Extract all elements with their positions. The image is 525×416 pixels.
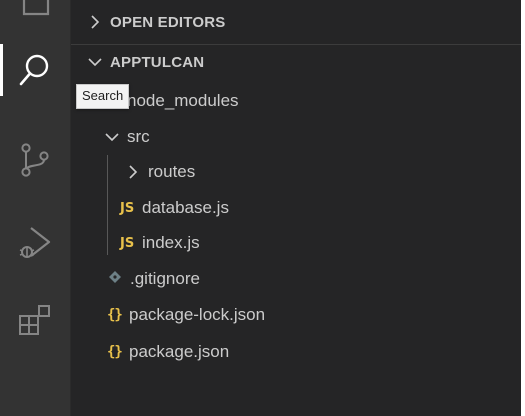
tree-item-label: database.js [142,198,229,217]
tree-item-label: routes [148,162,196,181]
open-editors-header[interactable]: OPEN EDITORS [71,6,521,38]
run-debug-icon [17,223,53,261]
explorer-sidebar: OPEN EDITORS APPTULCAN node_modules src [71,0,521,416]
tree-item-label: package.json [129,342,230,361]
json-file-icon: {} [107,307,123,323]
source-control-button[interactable] [0,129,70,191]
files-icon [18,0,52,18]
tree-item-package-lock-json[interactable]: {} package-lock.json [71,298,521,332]
tree-item-label: node_modules [127,91,239,110]
section-divider [71,44,521,45]
chevron-down-icon [105,130,119,144]
tree-item-label: .gitignore [130,269,200,288]
extensions-icon [17,302,53,338]
search-button[interactable] [0,39,70,101]
tree-item-routes[interactable]: routes [71,155,521,189]
activity-bar [0,0,71,416]
tree-item-package-json[interactable]: {} package.json [71,335,521,369]
open-editors-label: OPEN EDITORS [110,13,226,31]
tree-item-gitignore[interactable]: .gitignore [71,262,521,296]
chevron-right-icon [126,165,140,179]
apptulcan-folder-header[interactable]: APPTULCAN [71,46,521,78]
tree-item-label: package-lock.json [129,305,266,324]
tree-item-index-js[interactable]: JS index.js [71,226,521,260]
extensions-button[interactable] [0,289,70,351]
tree-item-label: src [127,127,150,146]
chevron-right-icon [88,15,102,29]
tree-item-database-js[interactable]: JS database.js [71,191,521,225]
search-icon [17,52,53,88]
explorer-button[interactable] [0,0,70,32]
js-file-icon: JS [120,235,135,251]
tree-item-node-modules[interactable]: node_modules [71,84,521,118]
git-file-icon [108,269,130,289]
tree-item-label: index.js [142,233,200,252]
json-file-icon: {} [107,344,123,360]
js-file-icon: JS [120,200,135,216]
source-control-icon [18,142,52,178]
chevron-down-icon [88,55,102,69]
run-debug-button[interactable] [0,211,70,273]
tree-item-src[interactable]: src [71,120,521,154]
vscode-window: Search OPEN EDITORS APPTULCAN node_modul… [0,0,521,416]
search-tooltip: Search [76,84,130,109]
apptulcan-folder-label: APPTULCAN [110,53,205,71]
